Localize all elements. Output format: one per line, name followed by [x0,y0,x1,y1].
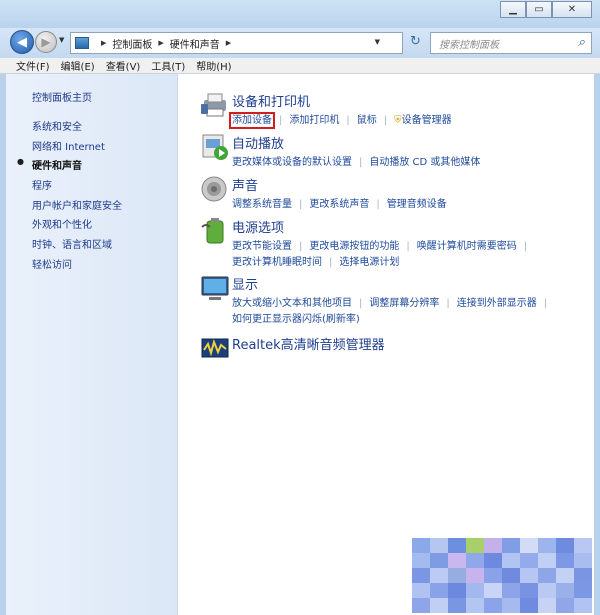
section-title[interactable]: 显示 [232,274,258,293]
sidebar-item-ease-of-access[interactable]: 轻松访问 [32,256,122,276]
divider: | [543,298,548,309]
back-arrow-icon: ◀ [17,34,27,50]
shield-icon: ⛨ [394,115,402,126]
menu-file[interactable]: 文件(F) [16,58,50,73]
sidebar-links: 系统和安全 网络和 Internet 硬件和声音 程序 用户帐户和家庭安全 外观… [17,118,122,276]
window-controls: ▁ ▭ ✕ [500,1,592,18]
watermark-mosaic [412,538,600,615]
manage-audio-devices-link[interactable]: 管理音频设备 [387,199,447,210]
section-title[interactable]: 电源选项 [232,217,284,236]
mouse-link[interactable]: 鼠标 [357,115,377,126]
menu-view[interactable]: 查看(V) [106,58,141,73]
content-area: 控制面板主页 系统和安全 网络和 Internet 硬件和声音 程序 用户帐户和… [0,74,600,615]
sidebar-item-user-accounts[interactable]: 用户帐户和家庭安全 [32,197,122,217]
chevron-right-icon[interactable]: ▶ [158,39,163,47]
chevron-right-icon[interactable]: ▶ [101,39,106,47]
sidebar-item-programs[interactable]: 程序 [32,177,122,197]
adjust-volume-link[interactable]: 调整系统音量 [232,199,292,210]
divider: | [446,298,450,309]
section-title[interactable]: 自动播放 [232,133,284,152]
navigation-pane: 控制面板主页 系统和安全 网络和 Internet 硬件和声音 程序 用户帐户和… [6,74,178,615]
section-title[interactable]: 设备和打印机 [232,91,310,110]
link-row: 放大或缩小文本和其他项目 | 调整屏幕分辨率 | 连接到外部显示器 | [232,294,554,309]
link-row: 更改计算机睡眠时间 | 选择电源计划 [232,253,399,268]
menu-bar: 文件(F) 编辑(E) 查看(V) 工具(T) 帮助(H) [0,58,600,74]
autoplay-icon [202,134,228,160]
add-printer-link[interactable]: 添加打印机 [289,115,339,126]
change-power-saving-link[interactable]: 更改节能设置 [232,241,292,252]
forward-button[interactable]: ▶ [35,31,57,53]
maximize-button[interactable]: ▭ [526,1,552,18]
monitor-icon [201,276,229,300]
link-row: 添加设备 | 添加打印机 | 鼠标 | ⛨设备管理器 [229,111,452,129]
divider: | [523,241,528,252]
adjust-resolution-link[interactable]: 调整屏幕分辨率 [369,298,439,309]
sidebar-item-network[interactable]: 网络和 Internet [32,138,122,158]
fix-flicker-link[interactable]: 如何更正显示器闪烁(刷新率) [232,314,360,325]
realtek-audio-icon [201,338,229,358]
search-placeholder: 搜索控制面板 [439,39,499,51]
divider: | [279,115,283,126]
address-dropdown-icon[interactable]: ▼ [375,38,380,46]
address-row: ◀ ▶ ▼ ▶ 控制面板 ▶ 硬件和声音 ▶ ▼ ↻ 搜索控制面板 ⌕ [0,28,600,58]
divider: | [346,115,350,126]
divider: | [383,115,388,126]
refresh-icon[interactable]: ↻ [410,34,421,49]
breadcrumb-control-panel[interactable]: 控制面板 [112,36,152,51]
sidebar-item-security[interactable]: 系统和安全 [32,118,122,138]
change-sounds-link[interactable]: 更改系统声音 [309,199,369,210]
divider: | [329,257,333,268]
sidebar-item-appearance[interactable]: 外观和个性化 [32,216,122,236]
divider: | [299,199,303,210]
menu-help[interactable]: 帮助(H) [196,58,231,73]
add-device-link[interactable]: 添加设备 [229,112,275,129]
link-row: 如何更正显示器闪烁(刷新率) [232,310,360,325]
search-input[interactable]: 搜索控制面板 ⌕ [430,32,592,54]
divider: | [299,241,303,252]
menu-edit[interactable]: 编辑(E) [61,58,95,73]
power-button-link[interactable]: 更改电源按钮的功能 [309,241,399,252]
sidebar-item-clock-language[interactable]: 时钟、语言和区域 [32,236,122,256]
divider: | [406,241,410,252]
divider: | [359,157,363,168]
printer-icon [201,93,226,117]
address-bar[interactable]: ▶ 控制面板 ▶ 硬件和声音 ▶ ▼ [70,32,403,54]
change-default-settings-link[interactable]: 更改媒体或设备的默认设置 [232,157,352,168]
sleep-time-link[interactable]: 更改计算机睡眠时间 [232,257,322,268]
section-title[interactable]: Realtek高清晰音频管理器 [232,334,385,353]
menu-tools[interactable]: 工具(T) [151,58,185,73]
link-row: 更改媒体或设备的默认设置 | 自动播放 CD 或其他媒体 [232,153,480,168]
close-button[interactable]: ✕ [552,1,592,18]
zoom-text-link[interactable]: 放大或缩小文本和其他项目 [232,298,352,309]
breadcrumb-hardware-sound[interactable]: 硬件和声音 [170,36,220,51]
recent-pages-dropdown[interactable]: ▼ [59,36,64,44]
connect-external-display-link[interactable]: 连接到外部显示器 [457,298,537,309]
sidebar-item-hardware-sound[interactable]: 硬件和声音 [17,157,122,177]
title-bar: ▁ ▭ ✕ [0,0,600,28]
choose-power-plan-link[interactable]: 选择电源计划 [339,257,399,268]
control-panel-icon [75,37,89,49]
speaker-icon [201,176,227,202]
divider: | [376,199,380,210]
back-button[interactable]: ◀ [10,30,34,54]
battery-icon [201,218,224,244]
require-password-link[interactable]: 唤醒计算机时需要密码 [417,241,517,252]
link-row: 更改节能设置 | 更改电源按钮的功能 | 唤醒计算机时需要密码 | [232,237,534,252]
section-title[interactable]: 声音 [232,175,258,194]
device-manager-link[interactable]: 设备管理器 [402,115,452,126]
forward-arrow-icon: ▶ [41,35,51,49]
search-icon[interactable]: ⌕ [578,35,585,50]
autoplay-cd-link[interactable]: 自动播放 CD 或其他媒体 [369,157,480,168]
divider: | [359,298,363,309]
minimize-button[interactable]: ▁ [500,1,526,18]
link-row: 调整系统音量 | 更改系统声音 | 管理音频设备 [232,195,447,210]
chevron-right-icon[interactable]: ▶ [226,39,231,47]
sidebar-home-link[interactable]: 控制面板主页 [32,89,92,104]
